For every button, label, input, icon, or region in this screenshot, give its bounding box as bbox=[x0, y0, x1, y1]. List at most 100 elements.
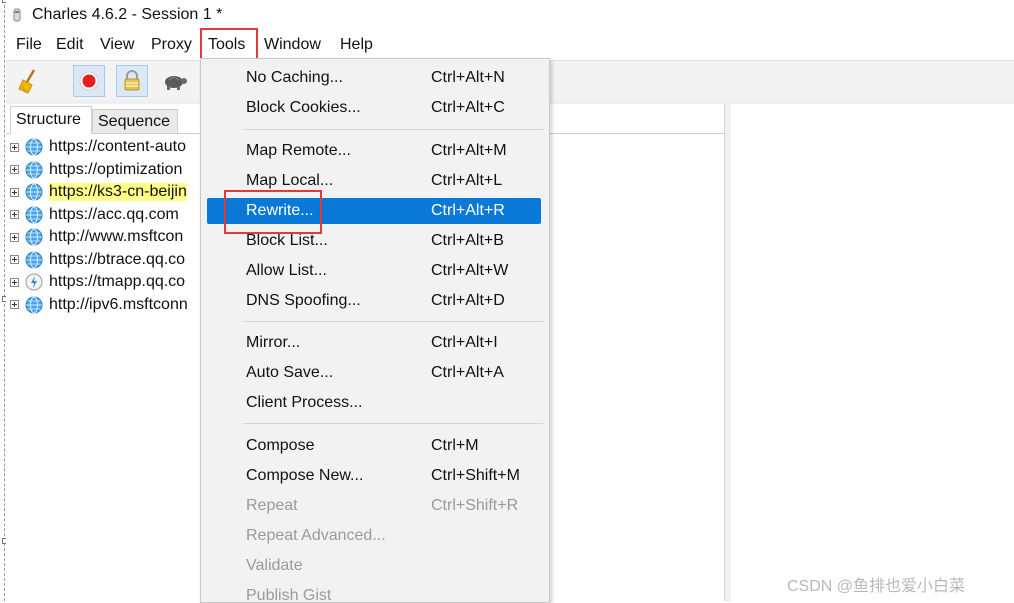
tree-host-label: https://tmapp.qq.co bbox=[49, 273, 186, 290]
menu-item-label: Client Process... bbox=[246, 394, 363, 411]
tree-host-label: https://ks3-cn-beijin bbox=[49, 183, 187, 201]
menu-item-shortcut: Ctrl+Alt+R bbox=[431, 202, 505, 219]
tree-row[interactable]: https://content-auto bbox=[10, 136, 186, 158]
tree-host-label: http://ipv6.msftconn bbox=[49, 295, 188, 313]
tree-host-label: https://content-auto bbox=[49, 138, 186, 155]
detail-pane bbox=[731, 104, 1014, 601]
tab-structure[interactable]: Structure bbox=[10, 106, 92, 134]
globe-icon bbox=[25, 206, 49, 224]
tree-host-label: https://optimization bbox=[49, 160, 183, 178]
tree-row[interactable]: https://optimization bbox=[10, 159, 182, 181]
menu-help[interactable]: Help bbox=[338, 36, 375, 54]
menu-item-label: Map Remote... bbox=[246, 142, 351, 159]
menu-item-map-remote[interactable]: Map Remote... Ctrl+Alt+M bbox=[207, 138, 541, 164]
menu-separator bbox=[243, 321, 543, 322]
menu-item-shortcut: Ctrl+Alt+N bbox=[431, 69, 505, 86]
globe-icon bbox=[25, 161, 49, 179]
tree-host-label: https://acc.qq.com bbox=[49, 205, 179, 223]
globe-icon bbox=[25, 251, 49, 269]
tree-host-label: https://btrace.qq.co bbox=[49, 250, 186, 268]
menu-item-allow-list[interactable]: Allow List... Ctrl+Alt+W bbox=[207, 258, 541, 284]
globe-icon bbox=[25, 228, 49, 246]
lock-icon bbox=[124, 70, 140, 91]
menu-item-auto-save[interactable]: Auto Save... Ctrl+Alt+A bbox=[207, 360, 541, 386]
expand-icon[interactable] bbox=[10, 142, 19, 152]
tree-row[interactable]: https://tmapp.qq.co bbox=[10, 271, 185, 293]
expand-icon[interactable] bbox=[10, 210, 19, 219]
watermark: CSDN @鱼排也爱小白菜 bbox=[787, 578, 966, 595]
menu-item-label: Compose New... bbox=[246, 467, 364, 484]
menu-item-repeat: Repeat Ctrl+Shift+R bbox=[207, 493, 541, 519]
menu-item-shortcut: Ctrl+M bbox=[431, 437, 479, 454]
globe-icon bbox=[25, 138, 49, 156]
menu-item-label: No Caching... bbox=[246, 69, 343, 86]
ssl-proxying-button[interactable] bbox=[116, 65, 148, 97]
tab-sequence[interactable]: Sequence bbox=[92, 109, 178, 134]
expand-icon[interactable] bbox=[10, 165, 19, 174]
menu-item-shortcut: Ctrl+Alt+C bbox=[431, 99, 505, 116]
menu-item-repeat-advanced: Repeat Advanced... bbox=[207, 523, 541, 549]
menu-item-label: Allow List... bbox=[246, 262, 327, 279]
tree-row[interactable]: https://acc.qq.com bbox=[10, 204, 179, 226]
broom-icon bbox=[18, 69, 36, 94]
tree-host-label: http://www.msftcon bbox=[49, 228, 184, 245]
menu-item-shortcut: Ctrl+Alt+L bbox=[431, 172, 503, 189]
expand-icon[interactable] bbox=[10, 300, 19, 309]
menu-bar: File Edit View Proxy Tools Window Help bbox=[6, 32, 1014, 58]
menu-item-label: Validate bbox=[246, 557, 303, 574]
title-bar: Charles 4.6.2 - Session 1 * bbox=[6, 0, 1014, 30]
menu-item-client-process[interactable]: Client Process... bbox=[207, 390, 541, 416]
expand-icon[interactable] bbox=[10, 187, 19, 197]
menu-item-block-cookies[interactable]: Block Cookies... Ctrl+Alt+C bbox=[207, 95, 541, 121]
menu-item-label: DNS Spoofing... bbox=[246, 292, 361, 309]
tree-row[interactable]: http://ipv6.msftconn bbox=[10, 294, 188, 316]
menu-item-shortcut: Ctrl+Alt+B bbox=[431, 232, 504, 249]
menu-separator bbox=[243, 129, 543, 130]
tree-row[interactable]: https://btrace.qq.co bbox=[10, 249, 185, 271]
menu-item-label: Block Cookies... bbox=[246, 99, 361, 116]
expand-icon[interactable] bbox=[10, 277, 19, 287]
menu-item-label: Repeat Advanced... bbox=[246, 527, 386, 544]
globe-icon bbox=[25, 296, 49, 314]
menu-item-label: Block List... bbox=[246, 232, 328, 249]
menu-item-shortcut: Ctrl+Alt+M bbox=[431, 142, 507, 159]
menu-file[interactable]: File bbox=[14, 36, 44, 54]
menu-item-publish-gist: Publish Gist bbox=[207, 583, 541, 602]
menu-item-label: Map Local... bbox=[246, 172, 334, 189]
menu-window[interactable]: Window bbox=[262, 36, 323, 54]
record-icon bbox=[79, 71, 99, 91]
menu-item-compose[interactable]: Compose Ctrl+M bbox=[207, 433, 541, 459]
charles-app-icon bbox=[13, 8, 21, 22]
menu-item-label: Auto Save... bbox=[246, 364, 334, 381]
menu-item-mirror[interactable]: Mirror... Ctrl+Alt+I bbox=[207, 330, 541, 356]
menu-item-validate: Validate bbox=[207, 553, 541, 579]
bolt-icon bbox=[25, 273, 49, 291]
window-title: Charles 4.6.2 - Session 1 * bbox=[32, 6, 223, 23]
turtle-icon bbox=[165, 76, 187, 90]
menu-item-label: Repeat bbox=[246, 497, 298, 514]
record-button[interactable] bbox=[73, 65, 105, 97]
globe-icon bbox=[25, 183, 49, 201]
menu-item-compose-new[interactable]: Compose New... Ctrl+Shift+M bbox=[207, 463, 541, 489]
menu-separator bbox=[243, 423, 543, 424]
menu-edit[interactable]: Edit bbox=[54, 36, 86, 54]
menu-item-shortcut: Ctrl+Alt+D bbox=[431, 292, 505, 309]
menu-item-shortcut: Ctrl+Alt+A bbox=[431, 364, 504, 381]
menu-proxy[interactable]: Proxy bbox=[149, 36, 194, 54]
tree-row[interactable]: http://www.msftcon bbox=[10, 226, 183, 248]
menu-view[interactable]: View bbox=[98, 36, 136, 54]
annotation-box-rewrite bbox=[224, 190, 322, 234]
menu-item-dns-spoofing[interactable]: DNS Spoofing... Ctrl+Alt+D bbox=[207, 288, 541, 314]
menu-item-shortcut: Ctrl+Alt+I bbox=[431, 334, 498, 351]
menu-item-no-caching[interactable]: No Caching... Ctrl+Alt+N bbox=[207, 65, 541, 91]
tree-row[interactable]: https://ks3-cn-beijin bbox=[10, 181, 187, 203]
clear-session-button[interactable] bbox=[14, 65, 46, 97]
menu-item-shortcut: Ctrl+Alt+W bbox=[431, 262, 509, 279]
menu-item-shortcut: Ctrl+Shift+R bbox=[431, 497, 519, 514]
expand-icon[interactable] bbox=[10, 232, 19, 242]
menu-item-label: Compose bbox=[246, 437, 315, 454]
tools-dropdown-menu: No Caching... Ctrl+Alt+N Block Cookies... C… bbox=[200, 58, 550, 603]
expand-icon[interactable] bbox=[10, 255, 19, 264]
menu-item-shortcut: Ctrl+Shift+M bbox=[431, 467, 520, 484]
throttling-button[interactable] bbox=[160, 65, 192, 97]
